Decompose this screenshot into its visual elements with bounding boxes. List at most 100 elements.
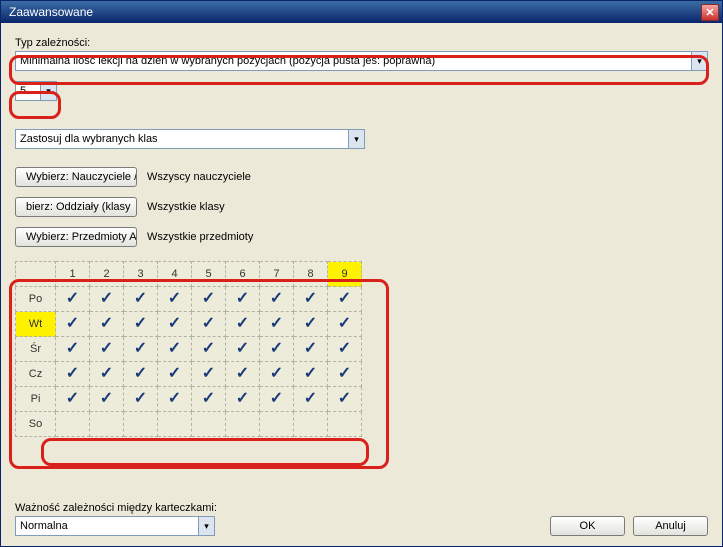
importance-combo[interactable]: Normalna ▾ bbox=[15, 516, 215, 536]
check-icon: ✓ bbox=[134, 290, 147, 307]
grid-cell[interactable]: ✓ bbox=[328, 287, 362, 312]
grid-cell[interactable]: ✓ bbox=[124, 287, 158, 312]
check-icon: ✓ bbox=[168, 290, 181, 307]
grid-row-header[interactable]: So bbox=[16, 412, 56, 437]
grid-cell[interactable]: ✓ bbox=[56, 287, 90, 312]
grid-cell[interactable]: ✓ bbox=[158, 337, 192, 362]
grid-cell[interactable]: ✓ bbox=[90, 362, 124, 387]
cancel-button[interactable]: Anuluj bbox=[633, 516, 708, 536]
count-combo[interactable]: 5 ▾ bbox=[15, 81, 57, 101]
grid-col-header[interactable]: 8 bbox=[294, 262, 328, 287]
grid-cell[interactable]: ✓ bbox=[328, 362, 362, 387]
check-icon: ✓ bbox=[304, 315, 317, 332]
check-icon: ✓ bbox=[100, 340, 113, 357]
grid-cell[interactable]: ✓ bbox=[226, 312, 260, 337]
grid-cell[interactable]: ✓ bbox=[56, 362, 90, 387]
grid-cell[interactable] bbox=[192, 412, 226, 437]
grid-row-header[interactable]: Cz bbox=[16, 362, 56, 387]
grid-row-header[interactable]: Po bbox=[16, 287, 56, 312]
grid-cell[interactable]: ✓ bbox=[192, 287, 226, 312]
grid-cell[interactable]: ✓ bbox=[328, 387, 362, 412]
grid-cell[interactable]: ✓ bbox=[260, 362, 294, 387]
close-icon: ✕ bbox=[705, 6, 714, 19]
grid-cell[interactable] bbox=[124, 412, 158, 437]
grid-col-header[interactable]: 7 bbox=[260, 262, 294, 287]
grid-cell[interactable]: ✓ bbox=[328, 337, 362, 362]
grid-cell[interactable]: ✓ bbox=[260, 287, 294, 312]
grid-cell[interactable]: ✓ bbox=[124, 337, 158, 362]
check-icon: ✓ bbox=[304, 340, 317, 357]
grid-cell[interactable]: ✓ bbox=[158, 312, 192, 337]
grid-col-header[interactable]: 9 bbox=[328, 262, 362, 287]
grid-cell[interactable] bbox=[158, 412, 192, 437]
grid-cell[interactable]: ✓ bbox=[226, 337, 260, 362]
periods-grid[interactable]: 123456789 Po✓✓✓✓✓✓✓✓✓Wt✓✓✓✓✓✓✓✓✓Śr✓✓✓✓✓✓… bbox=[15, 261, 362, 437]
grid-col-header[interactable]: 6 bbox=[226, 262, 260, 287]
grid-cell[interactable]: ✓ bbox=[158, 387, 192, 412]
grid-cell[interactable]: ✓ bbox=[260, 387, 294, 412]
check-icon: ✓ bbox=[100, 390, 113, 407]
grid-cell[interactable]: ✓ bbox=[260, 337, 294, 362]
grid-cell[interactable]: ✓ bbox=[192, 362, 226, 387]
grid-cell[interactable]: ✓ bbox=[226, 362, 260, 387]
apply-scope-combo[interactable]: Zastosuj dla wybranych klas ▾ bbox=[15, 129, 365, 149]
grid-row-header[interactable]: Śr bbox=[16, 337, 56, 362]
select-classes-button[interactable]: bierz: Oddziały (klasy bbox=[15, 197, 137, 217]
grid-cell[interactable]: ✓ bbox=[294, 387, 328, 412]
grid-cell[interactable]: ✓ bbox=[294, 337, 328, 362]
chevron-down-icon: ▾ bbox=[40, 82, 56, 100]
grid-cell[interactable]: ✓ bbox=[90, 287, 124, 312]
check-icon: ✓ bbox=[202, 340, 215, 357]
grid-cell[interactable] bbox=[56, 412, 90, 437]
grid-cell[interactable] bbox=[260, 412, 294, 437]
grid-cell[interactable]: ✓ bbox=[90, 387, 124, 412]
grid-cell[interactable]: ✓ bbox=[226, 287, 260, 312]
grid-cell[interactable] bbox=[328, 412, 362, 437]
close-button[interactable]: ✕ bbox=[701, 4, 719, 21]
select-subjects-button[interactable]: Wybierz: Przedmioty A bbox=[15, 227, 137, 247]
check-icon: ✓ bbox=[202, 365, 215, 382]
grid-cell[interactable]: ✓ bbox=[294, 312, 328, 337]
grid-cell[interactable]: ✓ bbox=[90, 337, 124, 362]
grid-cell[interactable] bbox=[226, 412, 260, 437]
grid-col-header[interactable]: 2 bbox=[90, 262, 124, 287]
grid-cell[interactable]: ✓ bbox=[226, 387, 260, 412]
grid-cell[interactable]: ✓ bbox=[158, 287, 192, 312]
dependency-type-label: Typ zależności: bbox=[15, 37, 708, 49]
grid-cell[interactable]: ✓ bbox=[124, 387, 158, 412]
grid-cell[interactable]: ✓ bbox=[192, 387, 226, 412]
grid-col-header[interactable]: 5 bbox=[192, 262, 226, 287]
grid-cell[interactable]: ✓ bbox=[124, 312, 158, 337]
grid-cell[interactable]: ✓ bbox=[260, 312, 294, 337]
grid-col-header[interactable]: 4 bbox=[158, 262, 192, 287]
check-icon: ✓ bbox=[304, 390, 317, 407]
check-icon: ✓ bbox=[338, 390, 351, 407]
grid-cell[interactable] bbox=[90, 412, 124, 437]
select-teachers-button[interactable]: Wybierz: Nauczyciele / bbox=[15, 167, 137, 187]
grid-cell[interactable]: ✓ bbox=[294, 362, 328, 387]
check-icon: ✓ bbox=[270, 390, 283, 407]
grid-cell[interactable]: ✓ bbox=[124, 362, 158, 387]
grid-row-header[interactable]: Pi bbox=[16, 387, 56, 412]
check-icon: ✓ bbox=[66, 365, 79, 382]
check-icon: ✓ bbox=[100, 365, 113, 382]
grid-row-header[interactable]: Wt bbox=[16, 312, 56, 337]
grid-cell[interactable]: ✓ bbox=[158, 362, 192, 387]
grid-cell[interactable]: ✓ bbox=[56, 337, 90, 362]
grid-cell[interactable]: ✓ bbox=[192, 312, 226, 337]
check-icon: ✓ bbox=[202, 315, 215, 332]
grid-cell[interactable] bbox=[294, 412, 328, 437]
grid-cell[interactable]: ✓ bbox=[90, 312, 124, 337]
ok-button[interactable]: OK bbox=[550, 516, 625, 536]
check-icon: ✓ bbox=[100, 290, 113, 307]
grid-cell[interactable]: ✓ bbox=[328, 312, 362, 337]
grid-cell[interactable]: ✓ bbox=[56, 312, 90, 337]
grid-cell[interactable]: ✓ bbox=[294, 287, 328, 312]
grid-cell[interactable]: ✓ bbox=[56, 387, 90, 412]
grid-col-header[interactable]: 1 bbox=[56, 262, 90, 287]
check-icon: ✓ bbox=[134, 365, 147, 382]
grid-col-header[interactable]: 3 bbox=[124, 262, 158, 287]
dependency-type-combo[interactable]: Minimalna ilość lekcji na dzień w wybran… bbox=[15, 51, 708, 71]
grid-cell[interactable]: ✓ bbox=[192, 337, 226, 362]
check-icon: ✓ bbox=[168, 390, 181, 407]
